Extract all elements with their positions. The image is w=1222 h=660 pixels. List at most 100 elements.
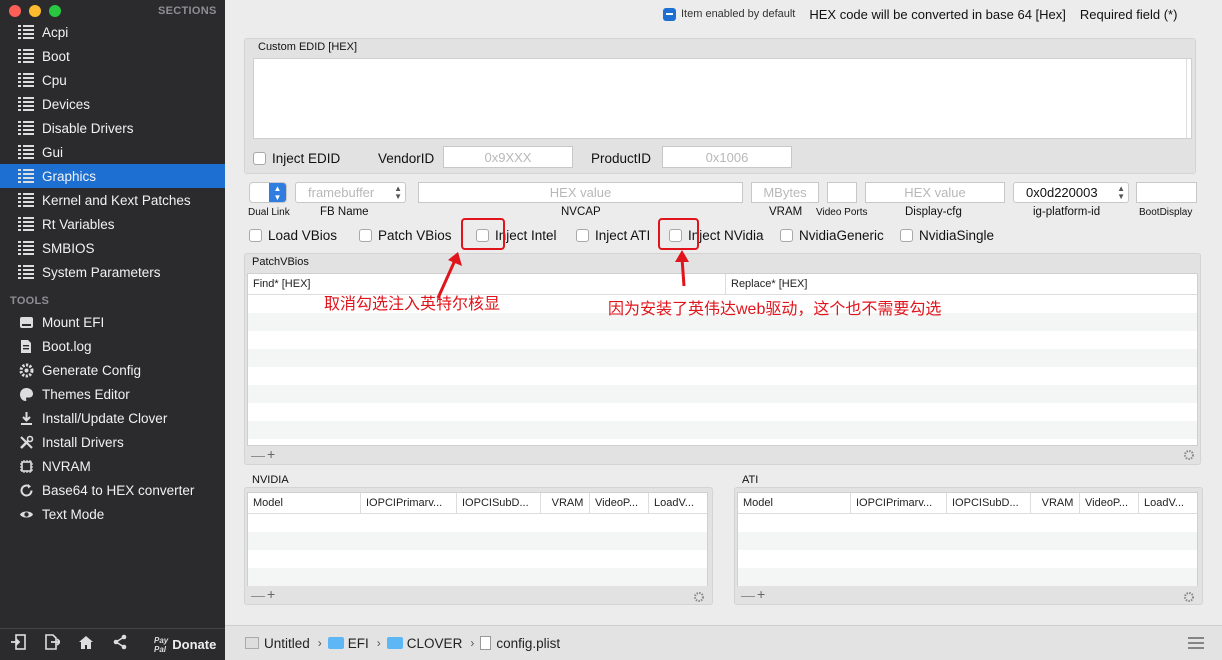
column-header[interactable]: Model xyxy=(248,493,361,513)
custom-edid-textarea[interactable] xyxy=(253,58,1192,139)
nvidia-table[interactable]: Model IOPCIPrimarv... IOPCISubD... VRAM … xyxy=(247,492,708,586)
window-controls xyxy=(9,5,61,17)
add-row-icon[interactable]: + xyxy=(267,586,275,602)
list-icon xyxy=(18,240,34,256)
add-row-icon[interactable]: + xyxy=(267,446,275,462)
tool-label: Install/Update Clover xyxy=(42,410,168,426)
remove-row-icon[interactable]: — xyxy=(741,587,755,603)
crumb-untitled[interactable]: Untitled xyxy=(245,636,310,651)
tool-mount-efi[interactable]: Mount EFI xyxy=(0,310,225,334)
sidebar-item[interactable]: Boot xyxy=(0,44,225,68)
chevron-right-icon: › xyxy=(376,636,381,650)
column-header[interactable]: IOPCISubD... xyxy=(457,493,541,513)
tool-install-update-clover[interactable]: Install/Update Clover xyxy=(0,406,225,430)
display-cfg-label: Display-cfg xyxy=(905,206,962,218)
home-icon[interactable] xyxy=(76,634,96,655)
checkbox-box xyxy=(780,228,793,242)
tool-nvram[interactable]: NVRAM xyxy=(0,454,225,478)
tool-base64-hex-converter[interactable]: Base64 to HEX converter xyxy=(0,478,225,502)
column-header[interactable]: LoadV... xyxy=(1139,493,1197,513)
document-icon xyxy=(18,338,34,354)
refresh-icon xyxy=(18,482,34,498)
product-id-field[interactable]: 0x1006 xyxy=(662,146,792,168)
menu-lines-icon[interactable] xyxy=(1188,637,1204,652)
annotation-intel-note: 取消勾选注入英特尔核显 xyxy=(324,296,501,313)
sidebar-item[interactable]: Kernel and Kext Patches xyxy=(0,188,225,212)
nvcap-field[interactable]: HEX value xyxy=(418,182,743,203)
table-options-icon[interactable] xyxy=(693,590,705,606)
inject-ati-checkbox[interactable]: Inject ATI xyxy=(576,226,650,244)
boot-display-field[interactable] xyxy=(1136,182,1197,203)
remove-row-icon[interactable]: — xyxy=(251,447,265,463)
tool-install-drivers[interactable]: Install Drivers xyxy=(0,430,225,454)
column-header[interactable]: IOPCIPrimarv... xyxy=(851,493,947,513)
share-icon[interactable] xyxy=(110,634,130,655)
minimize-window-button[interactable] xyxy=(29,5,41,17)
ig-platform-id-combo[interactable]: 0x0d220003 ▲ ▼ xyxy=(1013,182,1129,203)
column-replace[interactable]: Replace* [HEX] xyxy=(726,274,1197,294)
list-icon xyxy=(18,120,34,136)
inject-edid-label: Inject EDID xyxy=(272,150,341,166)
sidebar-item-label: Disable Drivers xyxy=(42,120,134,136)
column-header[interactable]: IOPCIPrimarv... xyxy=(361,493,457,513)
table-options-icon[interactable] xyxy=(1183,590,1195,606)
display-cfg-field[interactable]: HEX value xyxy=(865,182,1005,203)
sidebar-item[interactable]: Gui xyxy=(0,140,225,164)
vendor-id-field[interactable]: 0x9XXX xyxy=(443,146,573,168)
vram-field[interactable]: MBytes xyxy=(751,182,819,203)
nvidia-generic-checkbox[interactable]: NvidiaGeneric xyxy=(780,226,884,244)
add-row-icon[interactable]: + xyxy=(757,586,765,602)
crumb-label: CLOVER xyxy=(406,635,463,651)
import-icon[interactable] xyxy=(8,634,28,655)
sidebar-item[interactable]: SMBIOS xyxy=(0,236,225,260)
patch-vbios-checkbox[interactable]: Patch VBios xyxy=(359,226,452,244)
table-options-icon[interactable] xyxy=(1183,449,1195,464)
sidebar-item[interactable]: Rt Variables xyxy=(0,212,225,236)
column-header[interactable]: VideoP... xyxy=(1080,493,1139,513)
fb-name-field[interactable]: framebuffer ▲ ▼ xyxy=(295,182,406,203)
donate-button[interactable]: Pay Pal Donate xyxy=(154,636,216,654)
tool-text-mode[interactable]: Text Mode xyxy=(0,502,225,526)
load-vbios-checkbox[interactable]: Load VBios xyxy=(249,226,337,244)
crumb-efi[interactable]: EFI xyxy=(327,636,369,651)
tool-themes-editor[interactable]: Themes Editor xyxy=(0,382,225,406)
list-icon xyxy=(18,168,34,184)
nvidia-generic-label: NvidiaGeneric xyxy=(799,227,884,243)
column-header[interactable]: LoadV... xyxy=(649,493,707,513)
sidebar-item[interactable]: Graphics xyxy=(0,164,225,188)
crumb-label: Untitled xyxy=(264,635,310,651)
tools-heading: TOOLS xyxy=(10,295,50,307)
tool-generate-config[interactable]: Generate Config xyxy=(0,358,225,382)
nvidia-single-checkbox[interactable]: NvidiaSingle xyxy=(900,226,994,244)
sidebar-item[interactable]: Devices xyxy=(0,92,225,116)
column-header[interactable]: VideoP... xyxy=(590,493,649,513)
column-header[interactable]: VRAM xyxy=(1031,493,1080,513)
sidebar-item[interactable]: Disable Drivers xyxy=(0,116,225,140)
sidebar-item[interactable]: Cpu xyxy=(0,68,225,92)
hex-note-text: HEX code will be converted in base 64 [H… xyxy=(809,6,1066,22)
checkbox-box xyxy=(359,228,372,242)
edid-title: Custom EDID [HEX] xyxy=(258,41,358,53)
crumb-config-plist[interactable]: config.plist xyxy=(480,636,560,651)
table-row xyxy=(248,550,707,568)
sidebar-item[interactable]: Acpi xyxy=(0,20,225,44)
column-header[interactable]: VRAM xyxy=(541,493,590,513)
table-row xyxy=(248,421,1197,439)
required-field-text: Required field (*) xyxy=(1079,6,1178,22)
crumb-clover[interactable]: CLOVER xyxy=(386,635,463,651)
remove-row-icon[interactable]: — xyxy=(251,587,265,603)
dual-link-stepper[interactable]: ▲ ▼ xyxy=(249,182,287,203)
video-ports-field[interactable] xyxy=(827,182,857,203)
sidebar-item[interactable]: System Parameters xyxy=(0,260,225,284)
ati-table[interactable]: Model IOPCIPrimarv... IOPCISubD... VRAM … xyxy=(737,492,1198,586)
tool-label: Text Mode xyxy=(42,506,105,522)
table-row xyxy=(248,331,1197,349)
sidebar-item-label: Boot xyxy=(42,48,70,64)
close-window-button[interactable] xyxy=(9,5,21,17)
column-header[interactable]: IOPCISubD... xyxy=(947,493,1031,513)
tool-boot-log[interactable]: Boot.log xyxy=(0,334,225,358)
column-header[interactable]: Model xyxy=(738,493,851,513)
zoom-window-button[interactable] xyxy=(49,5,61,17)
inject-edid-checkbox[interactable]: Inject EDID xyxy=(253,149,340,167)
export-icon[interactable] xyxy=(42,634,62,655)
